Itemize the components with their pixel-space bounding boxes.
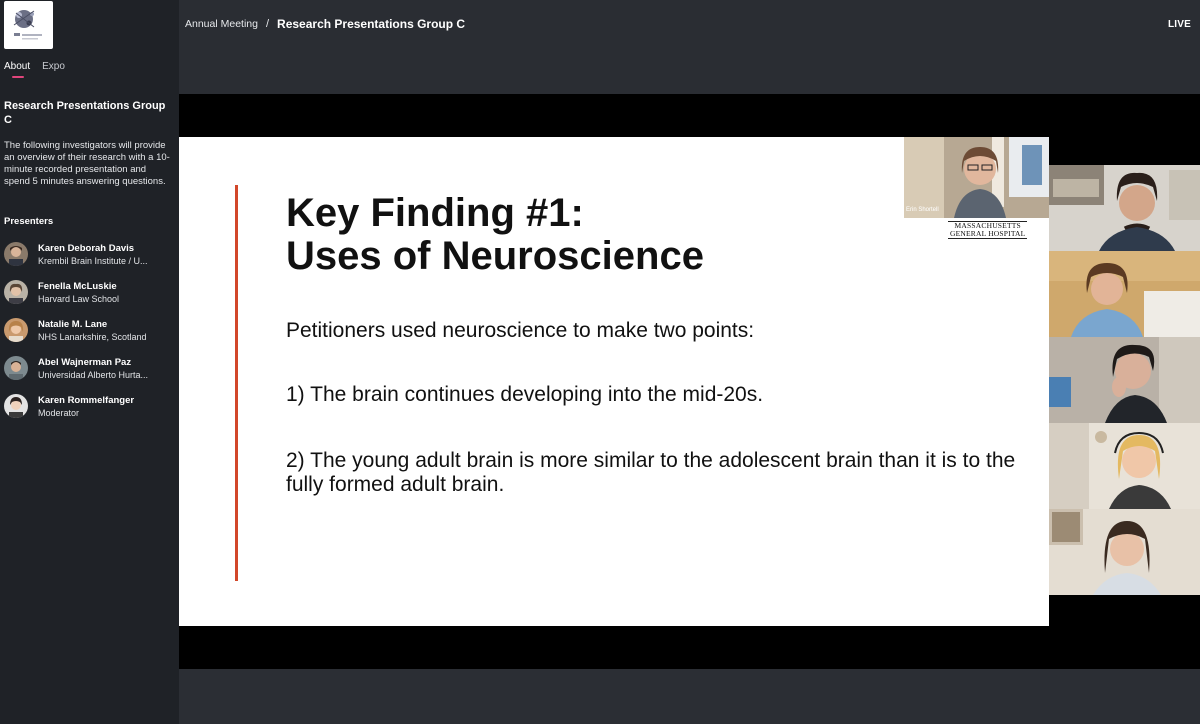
presenter-org: Harvard Law School xyxy=(38,293,120,304)
breadcrumb-parent-link[interactable]: Annual Meeting xyxy=(185,18,258,30)
presenter-org: NHS Lanarkshire, Scotland xyxy=(38,331,147,342)
speaker-video xyxy=(904,137,1049,218)
avatar xyxy=(4,356,28,380)
presenter-org: Moderator xyxy=(38,407,80,418)
presenter-name: Abel Wajnerman Paz xyxy=(38,356,132,368)
presenter-name: Natalie M. Lane xyxy=(38,318,108,330)
presenter-item[interactable]: Natalie M. Lane NHS Lanarkshire, Scotlan… xyxy=(4,316,176,344)
breadcrumb: Annual Meeting / Research Presentations … xyxy=(185,17,465,31)
speaker-name-label: Erin Shortell xyxy=(906,207,939,213)
presenter-item[interactable]: Karen Rommelfanger Moderator xyxy=(4,392,176,420)
avatar xyxy=(4,242,28,266)
slide-point-1: 1) The brain continues developing into t… xyxy=(286,383,764,406)
participant-video-tile[interactable] xyxy=(1049,251,1200,337)
slide-title-line1: Key Finding #1: xyxy=(286,191,584,235)
participant-video-tile[interactable] xyxy=(1049,509,1200,595)
presenter-org: Krembil Brain Institute / U... xyxy=(38,255,148,266)
slide-accent-bar xyxy=(235,185,238,581)
presenter-item[interactable]: Karen Deborah Davis Krembil Brain Instit… xyxy=(4,240,176,268)
participant-video-tile[interactable] xyxy=(1049,165,1200,251)
presenter-item[interactable]: Fenella McLuskie Harvard Law School xyxy=(4,278,176,306)
participant-video-tile[interactable] xyxy=(1049,337,1200,423)
presenter-name: Karen Rommelfanger xyxy=(38,394,135,406)
presenter-org: Universidad Alberto Hurta... xyxy=(38,369,149,380)
hospital-logo-line2: GENERAL HOSPITAL xyxy=(950,229,1026,238)
session-title: Research Presentations Group C xyxy=(4,100,166,126)
tab-about[interactable]: About xyxy=(4,61,30,78)
top-header: Annual Meeting / Research Presentations … xyxy=(179,0,1200,94)
presenters-heading: Presenters xyxy=(4,216,54,227)
avatar xyxy=(4,394,28,418)
slide-title: Key Finding #1: Uses of Neuroscience xyxy=(286,192,704,278)
tab-expo[interactable]: Expo xyxy=(42,61,65,78)
presenter-item[interactable]: Abel Wajnerman Paz Universidad Alberto H… xyxy=(4,354,176,382)
slide-point-2: 2) The young adult brain is more similar… xyxy=(286,449,1016,496)
live-badge: LIVE xyxy=(1167,19,1191,30)
session-description: The following investigators will provide… xyxy=(4,140,170,187)
presenter-name: Fenella McLuskie xyxy=(38,280,117,292)
speaker-video-inset: Erin Shortell MASSACHUSETTS GENERAL HOSP… xyxy=(904,137,1049,239)
sidebar: About Expo Research Presentations Group … xyxy=(0,0,179,724)
breadcrumb-separator: / xyxy=(265,18,270,30)
hospital-logo: MASSACHUSETTS GENERAL HOSPITAL xyxy=(948,221,1028,239)
avatar xyxy=(4,280,28,304)
slide-intro: Petitioners used neuroscience to make tw… xyxy=(286,319,755,342)
event-logo[interactable] xyxy=(4,1,53,49)
participant-video-tile[interactable] xyxy=(1049,423,1200,509)
slide-title-line2: Uses of Neuroscience xyxy=(286,234,704,278)
event-logo-graphic xyxy=(13,10,42,40)
page-title: Research Presentations Group C xyxy=(277,17,466,31)
avatar xyxy=(4,318,28,342)
below-player-area xyxy=(179,669,1200,724)
sidebar-tabs: About Expo xyxy=(4,61,65,78)
presenter-name: Karen Deborah Davis xyxy=(38,242,135,254)
